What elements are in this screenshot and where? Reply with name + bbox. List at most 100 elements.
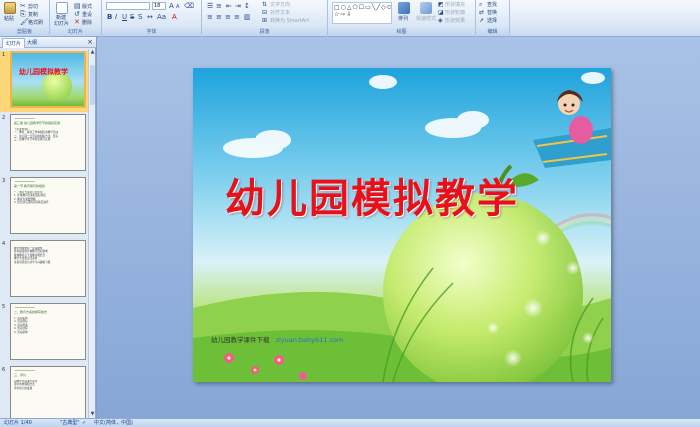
align-text-icon[interactable]: ⊟ (262, 9, 267, 16)
italic-icon[interactable]: I (115, 14, 117, 21)
shadow-icon[interactable]: S (138, 14, 142, 21)
slide-thumbnail-5[interactable]: 5 二、教育方案的撰写格式 1. 活动名称 2. 活动目标 3. 活动准备 4.… (0, 303, 89, 364)
shape-outline-button[interactable]: 形状轮廓 (445, 10, 465, 16)
numbering-icon[interactable]: ≡ (216, 3, 222, 10)
shape-effects-icon[interactable]: ◈ (438, 17, 443, 24)
underline-icon[interactable]: U (122, 14, 127, 21)
drawing-group: □○△⬠☐▭╲╱◇⬭⊏⊐⌒{}☆⇨⇩ 排列 快速样式 ◩ 形状填充 ◪ 形状轮廓… (328, 0, 476, 37)
font-size-select[interactable]: 18 (152, 2, 166, 10)
footer-url[interactable]: ziyuan.baby611.com (276, 336, 344, 344)
paragraph-group: ☰ ≡ ⇤ ⇥ ↕ ≡ ≡ ≡ ≡ ▥ ⇅ 文字方向 ⊟ 对齐文本 ⊞ 转换为 … (202, 0, 328, 37)
shrink-font-icon[interactable]: A (176, 4, 179, 11)
justify-icon[interactable]: ≡ (234, 14, 240, 21)
thumb-title: 第一节 教育保育的组织 (14, 184, 45, 188)
slides-group: 新建 幻灯片 ▤ 版式 ↺ 重设 ✕ 删除 幻灯片 (50, 0, 102, 37)
shape-fill-button[interactable]: 形状填充 (445, 2, 465, 8)
slide-number: 3 (2, 178, 6, 184)
line-spacing-icon[interactable]: ↕ (244, 3, 250, 10)
replace-button[interactable]: 替换 (487, 10, 497, 16)
delete-icon[interactable]: ✕ (74, 19, 80, 26)
slide-thumbnail-3[interactable]: 3 第一节 教育保育的组织 一、教育方案制订的原则 1. 注重教育方案的目标制定… (0, 177, 89, 238)
editing-group: ⌕ 查找 ⇄ 替换 ➚ 选择 编辑 (476, 0, 510, 37)
shape-effects-button[interactable]: 形状效果 (445, 18, 465, 24)
change-case-icon[interactable]: Aa (157, 14, 166, 21)
align-left-icon[interactable]: ≡ (207, 14, 213, 21)
slide-footer[interactable]: 幼儿园教学课件下载 ziyuan.baby611.com (211, 334, 343, 344)
cut-button[interactable]: 剪切 (28, 4, 38, 10)
thumb-line: 注意培养幼儿的学习兴趣和习惯 (14, 260, 51, 264)
thumb-rule (15, 181, 35, 182)
strikethrough-icon[interactable]: S (130, 14, 134, 21)
slide-thumbnail-4[interactable]: 4 教学内容要有一定系统性 各年龄班的具体教学目标要求 集体教育与个别教育相结合… (0, 240, 89, 301)
reset-icon[interactable]: ↺ (74, 11, 80, 18)
tab-slides[interactable]: 幻灯片 (2, 38, 26, 48)
thumbnails-scrollbar[interactable]: ▲ ▼ (88, 49, 95, 418)
theme-name: "古典型" (60, 420, 80, 426)
paste-button[interactable]: 粘贴 (4, 16, 14, 22)
layout-button[interactable]: 版式 (82, 4, 92, 10)
main-slide[interactable]: 幼儿园模拟教学 幼儿园教学课件下载 ziyuan.baby611.com (193, 68, 611, 382)
slide-thumb-image: 三、评价 对教学活动进行评价 评价的内容和方法 评价幼儿的发展 (10, 366, 86, 418)
select-icon[interactable]: ➚ (479, 17, 484, 24)
copy-icon[interactable]: ⎘ (20, 11, 26, 18)
slide-thumbnail-6[interactable]: 6 三、评价 对教学活动进行评价 评价的内容和方法 评价幼儿的发展 (0, 366, 89, 418)
scroll-up-icon[interactable]: ▲ (89, 49, 96, 56)
shape-fill-icon[interactable]: ◩ (438, 1, 444, 8)
ribbon: 粘贴 ✂ 剪切 ⎘ 复制 🖌 格式刷 剪贴板 新建 幻灯片 ▤ 版式 ↺ 重设 … (0, 0, 700, 37)
select-button[interactable]: 选择 (487, 18, 497, 24)
delete-button[interactable]: 删除 (82, 20, 92, 26)
bold-icon[interactable]: B (107, 14, 112, 21)
font-name-select[interactable] (106, 2, 150, 10)
scrollbar-thumb[interactable] (90, 65, 95, 105)
new-slide-icon[interactable] (56, 2, 68, 14)
tab-outline[interactable]: 大纲 (24, 38, 40, 48)
slide-thumbnail-2[interactable]: 2 第三章 幼儿园教学环节的组织实施 【主要内容】 一、教育、保育工作将相应的教… (0, 114, 89, 175)
copy-button[interactable]: 复制 (28, 12, 38, 18)
slide-title[interactable]: 幼儿园模拟教学 (225, 166, 555, 224)
clipboard-group-label: 剪贴板 (0, 28, 49, 36)
replace-icon[interactable]: ⇄ (479, 9, 484, 16)
shape-outline-icon[interactable]: ◪ (438, 9, 444, 16)
thumb-title: 幼儿园模拟教学 (19, 68, 68, 76)
quick-styles-button[interactable]: 快速样式 (416, 16, 436, 22)
quick-styles-icon[interactable] (420, 2, 432, 14)
shapes-gallery[interactable]: □○△⬠☐▭╲╱◇⬭⊏⊐⌒{}☆⇨⇩ (332, 2, 392, 24)
smartart-icon[interactable]: ⊞ (262, 17, 267, 24)
paste-icon[interactable] (4, 2, 16, 14)
slide-thumb-image: 幼儿园模拟教学 (10, 51, 86, 108)
spacing-icon[interactable]: ↔ (147, 14, 153, 21)
spellcheck-icon[interactable]: ✓ (82, 420, 86, 427)
columns-icon[interactable]: ▥ (244, 14, 251, 21)
footer-text: 幼儿园教学课件下载 (211, 336, 270, 344)
convert-smartart-button[interactable]: 转换为 SmartArt (270, 18, 309, 24)
clear-format-icon[interactable]: ⌫ (184, 3, 194, 10)
font-color-icon[interactable]: A (172, 14, 177, 21)
close-icon[interactable]: × (87, 38, 93, 47)
bullets-icon[interactable]: ☰ (207, 3, 213, 10)
format-painter-button[interactable]: 格式刷 (28, 20, 43, 26)
reset-button[interactable]: 重设 (82, 12, 92, 18)
align-right-icon[interactable]: ≡ (225, 14, 231, 21)
align-center-icon[interactable]: ≡ (216, 14, 222, 21)
text-direction-button[interactable]: 文字方向 (270, 2, 290, 8)
new-slide-button-line2[interactable]: 幻灯片 (54, 21, 69, 27)
thumb-line: 三、在教学环节中的安排与实施 (14, 138, 51, 142)
slide-thumbnail-1[interactable]: 1 幼儿园模拟教学 (0, 51, 89, 112)
align-text-button[interactable]: 对齐文本 (270, 10, 290, 16)
find-icon[interactable]: ⌕ (479, 1, 482, 8)
arrange-button[interactable]: 排列 (398, 16, 408, 22)
find-button[interactable]: 查找 (487, 2, 497, 8)
arrange-icon[interactable] (398, 2, 410, 14)
layout-icon[interactable]: ▤ (74, 3, 81, 10)
decrease-indent-icon[interactable]: ⇤ (226, 3, 232, 10)
text-direction-icon[interactable]: ⇅ (262, 1, 267, 8)
editing-group-label: 编辑 (476, 28, 509, 36)
thumb-body: 【主要内容】 一、教育、保育工作将相应的教学活动 二、幼儿园一日活动的组织方法、… (14, 128, 82, 142)
thumb-body: 教学内容要有一定系统性 各年龄班的具体教学目标要求 集体教育与个别教育相结合 教… (14, 247, 82, 264)
language-indicator[interactable]: 中文(简体，中国) (94, 420, 133, 427)
thumb-rule (15, 307, 35, 308)
increase-indent-icon[interactable]: ⇥ (235, 3, 241, 10)
grow-font-icon[interactable]: A (169, 3, 174, 10)
scroll-down-icon[interactable]: ▼ (89, 411, 96, 418)
cut-icon[interactable]: ✂ (20, 3, 26, 10)
